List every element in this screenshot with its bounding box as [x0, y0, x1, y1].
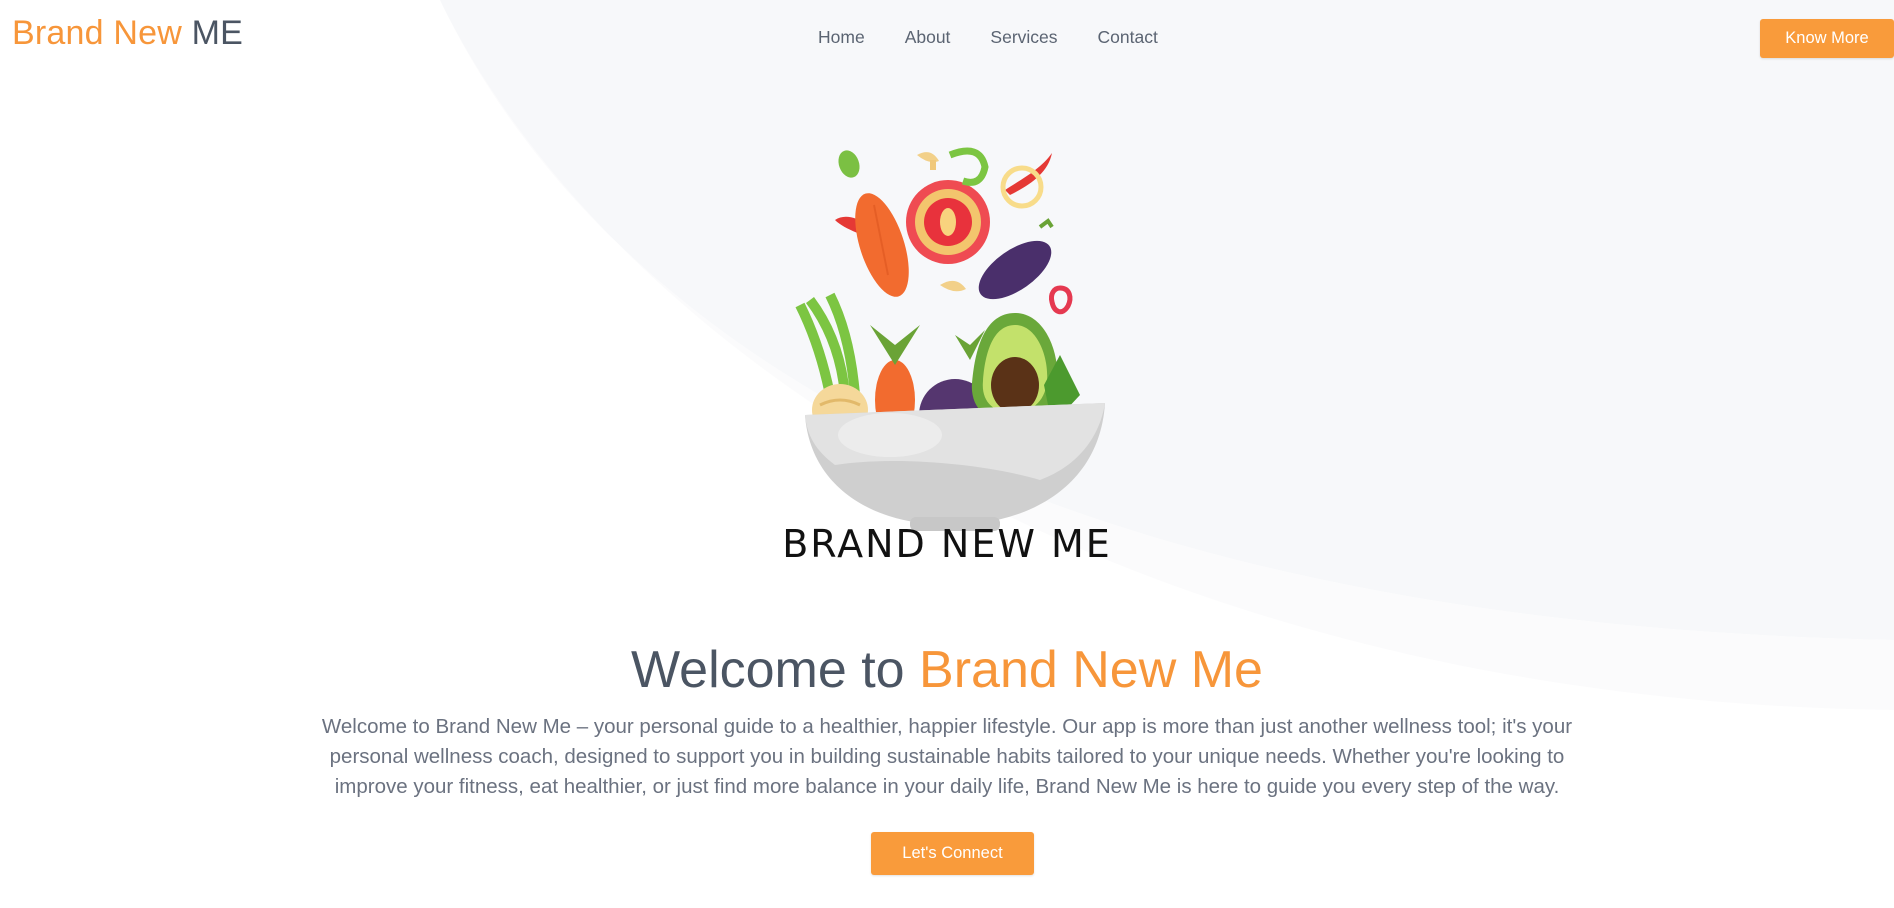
- nav-link-home[interactable]: Home: [818, 27, 865, 48]
- hero-title: Welcome to Brand New Me: [0, 640, 1894, 700]
- site-header: Brand New ME Home About Services Contact…: [0, 0, 1894, 80]
- know-more-button[interactable]: Know More: [1760, 19, 1894, 58]
- nav-link-contact[interactable]: Contact: [1098, 27, 1158, 48]
- lets-connect-button[interactable]: Let's Connect: [871, 832, 1034, 875]
- nav-link-services[interactable]: Services: [990, 27, 1057, 48]
- hero-title-brand: Brand New Me: [919, 641, 1263, 699]
- nav-link-about[interactable]: About: [905, 27, 951, 48]
- vegetable-bowl-illustration: [795, 147, 1105, 531]
- hero-title-prefix: Welcome to: [631, 641, 920, 699]
- hero-logo-text: BRAND NEW ME: [782, 522, 1112, 566]
- main-nav: Home About Services Contact: [818, 27, 1198, 48]
- hero-description: Welcome to Brand New Me – your personal …: [321, 715, 1573, 798]
- brand-logo[interactable]: Brand New ME: [12, 14, 243, 53]
- brand-name-primary: Brand New: [12, 14, 182, 52]
- brand-name-secondary: ME: [191, 14, 244, 52]
